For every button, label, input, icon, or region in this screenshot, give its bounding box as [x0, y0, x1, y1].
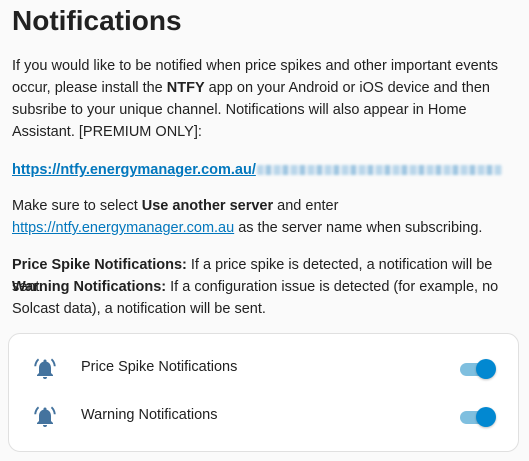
channel-link[interactable]: https://ntfy.energymanager.com.au/	[12, 162, 256, 178]
price-spike-toggle[interactable]	[460, 358, 496, 380]
warning-description: Warning Notifications: If a configuratio…	[12, 276, 517, 320]
bell-ring-icon	[33, 405, 57, 429]
intro-paragraph: If you would like to be notified when pr…	[12, 55, 517, 143]
toggle-thumb	[476, 359, 496, 379]
warning-toggle[interactable]	[460, 406, 496, 428]
toggle-thumb	[476, 407, 496, 427]
bell-ring-icon	[33, 357, 57, 381]
server-text-1: Make sure to select	[12, 198, 142, 214]
price-spike-setting-row: Price Spike Notifications	[9, 349, 518, 389]
price-spike-setting-label: Price Spike Notifications	[81, 359, 238, 375]
warning-setting-label: Warning Notifications	[81, 407, 218, 423]
server-text-3: as the server name when subscribing.	[234, 220, 483, 236]
page-title: Notifications	[12, 5, 182, 36]
use-another-server-label: Use another server	[141, 198, 274, 214]
server-instructions: Make sure to select Use another server a…	[12, 195, 517, 239]
price-spike-desc-label: Price Spike Notifications:	[12, 257, 187, 273]
server-link[interactable]: https://ntfy.energymanager.com.au	[12, 220, 234, 236]
channel-id-redacted	[256, 165, 502, 176]
notification-settings-card: Price Spike Notifications Warning Notifi…	[8, 333, 519, 452]
warning-setting-row: Warning Notifications	[9, 397, 518, 437]
warning-desc-label: Warning Notifications:	[12, 279, 167, 295]
channel-link-row: https://ntfy.energymanager.com.au/	[12, 159, 517, 181]
server-text-2: and enter	[273, 198, 339, 214]
ntfy-label: NTFY	[166, 80, 205, 96]
